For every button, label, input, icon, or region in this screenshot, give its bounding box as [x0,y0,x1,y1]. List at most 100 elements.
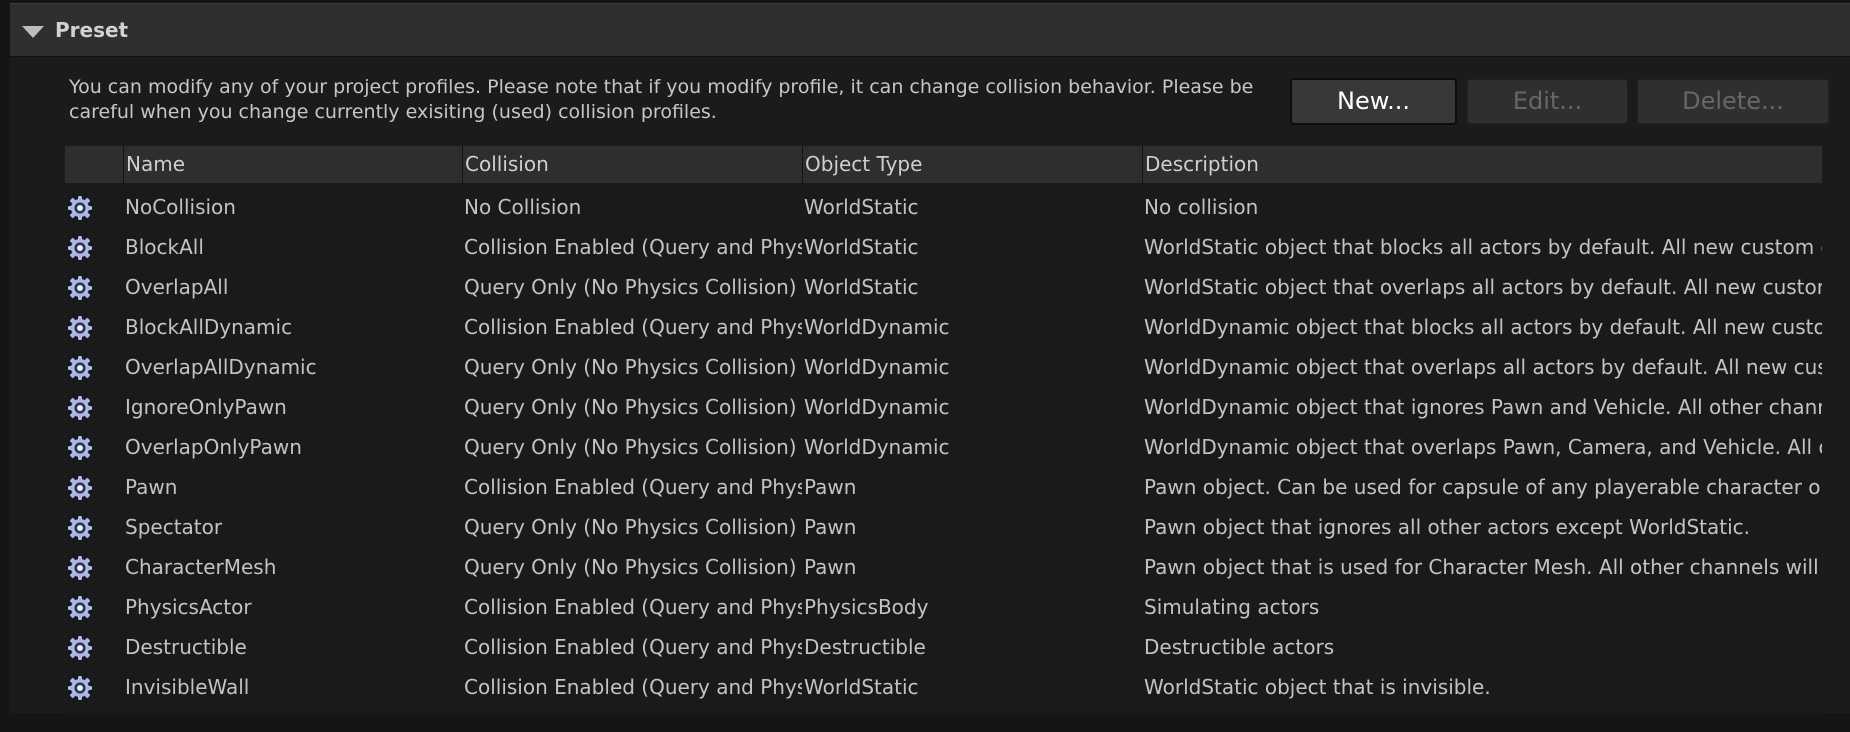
cell-object-type: Pawn [804,515,857,539]
table-row[interactable]: BlockAllDynamic Collision Enabled (Query … [65,307,1822,347]
notice-text: You can modify any of your project profi… [69,76,1254,123]
header-name[interactable]: Name [123,146,464,183]
cell-collision: Query Only (No Physics Collision) [464,275,797,299]
cell-collision: Collision Enabled (Query and Physic [464,675,802,699]
cell-description: Simulating actors [1144,595,1320,619]
table-header: Name Collision Object Type Description [65,146,1822,183]
row-icon-cell [65,427,125,467]
cell-name: CharacterMesh [125,555,277,579]
cell-description: Pawn object that is used for Character M… [1144,555,1822,579]
header-description[interactable]: Description [1142,146,1822,183]
cell-object-type: WorldDynamic [804,435,950,459]
gear-icon [67,514,93,540]
gear-icon [67,594,93,620]
cell-description: WorldDynamic object that blocks all acto… [1144,315,1822,339]
gear-icon [67,194,93,220]
gear-icon [67,234,93,260]
cell-collision: Query Only (No Physics Collision) [464,515,797,539]
table-row[interactable]: IgnoreOnlyPawn Query Only (No Physics Col… [65,387,1822,427]
cell-collision: Collision Enabled (Query and Physic [464,635,802,659]
header-collision[interactable]: Collision [462,146,803,183]
cell-name: OverlapAllDynamic [125,355,317,379]
table-row[interactable]: Spectator Query Only (No Physics Collisio… [65,507,1822,547]
cell-collision: No Collision [464,195,582,219]
cell-collision: Query Only (No Physics Collision) [464,555,797,579]
gear-icon [67,634,93,660]
table-row[interactable]: InvisibleWall Collision Enabled (Query an… [65,667,1822,707]
triangle-down-icon[interactable] [22,26,44,38]
cell-object-type: WorldDynamic [804,315,950,339]
cell-collision: Collision Enabled (Query and Physic [464,475,802,499]
gear-icon [67,274,93,300]
cell-object-type: WorldStatic [804,675,919,699]
collision-profiles-table: Name Collision Object Type Description N… [65,146,1822,713]
preset-section-header[interactable]: Preset [10,3,1850,57]
section-title: Preset [55,18,129,42]
cell-object-type: WorldStatic [804,195,919,219]
cell-name: IgnoreOnlyPawn [125,395,287,419]
row-icon-cell [65,387,125,427]
table-row[interactable]: OverlapAll Query Only (No Physics Collisi… [65,267,1822,307]
row-icon-cell [65,627,125,667]
table-row[interactable]: OverlapOnlyPawn Query Only (No Physics Co… [65,427,1822,467]
cell-name: OverlapAll [125,275,229,299]
delete-button[interactable]: Delete... [1636,78,1830,125]
cell-description: WorldDynamic object that ignores Pawn an… [1144,395,1822,419]
cell-name: Destructible [125,635,247,659]
table-row[interactable]: Pawn Collision Enabled (Query and Physic P… [65,467,1822,507]
cell-collision: Query Only (No Physics Collision) [464,355,797,379]
gear-icon [67,554,93,580]
cell-description: WorldStatic object that overlaps all act… [1144,275,1822,299]
cell-description: Pawn object. Can be used for capsule of … [1144,475,1822,499]
header-object-type[interactable]: Object Type [802,146,1143,183]
cell-object-type: Pawn [804,475,857,499]
cell-collision: Query Only (No Physics Collision) [464,435,797,459]
cell-description: No collision [1144,195,1259,219]
gear-icon [67,394,93,420]
table-row[interactable]: PhysicsActor Collision Enabled (Query and… [65,587,1822,627]
table-row[interactable]: NoCollision No Collision WorldStatic No col… [65,187,1822,227]
cell-description: WorldStatic object that is invisible. [1144,675,1491,699]
gear-icon [67,674,93,700]
cell-collision: Collision Enabled (Query and Physic [464,315,802,339]
cell-description: WorldDynamic object that overlaps Pawn, … [1144,435,1822,459]
cell-collision: Collision Enabled (Query and Physic [464,235,802,259]
cell-description: Pawn object that ignores all other actor… [1144,515,1750,539]
gear-icon [67,314,93,340]
cell-description: WorldDynamic object that overlaps all ac… [1144,355,1822,379]
row-icon-cell [65,467,125,507]
edit-button[interactable]: Edit... [1466,78,1629,125]
cell-object-type: WorldStatic [804,275,919,299]
gear-icon [67,474,93,500]
gear-icon [67,434,93,460]
cell-name: BlockAll [125,235,204,259]
cell-name: BlockAllDynamic [125,315,293,339]
cell-name: InvisibleWall [125,675,250,699]
row-icon-cell [65,507,125,547]
table-row[interactable]: CharacterMesh Query Only (No Physics Coll… [65,547,1822,587]
cell-description: WorldStatic object that blocks all actor… [1144,235,1822,259]
new-button[interactable]: New... [1290,78,1457,125]
cell-name: OverlapOnlyPawn [125,435,302,459]
cell-object-type: Pawn [804,555,857,579]
cell-name: NoCollision [125,195,236,219]
row-icon-cell [65,667,125,707]
cell-object-type: WorldStatic [804,235,919,259]
row-icon-cell [65,587,125,627]
cell-description: Destructible actors [1144,635,1335,659]
row-icon-cell [65,307,125,347]
row-icon-cell [65,227,125,267]
cell-object-type: WorldDynamic [804,355,950,379]
row-icon-cell [65,547,125,587]
table-row[interactable]: BlockAll Collision Enabled (Query and Phy… [65,227,1822,267]
cell-name: Pawn [125,475,178,499]
table-row[interactable]: OverlapAllDynamic Query Only (No Physics … [65,347,1822,387]
cell-collision: Query Only (No Physics Collision) [464,395,797,419]
cell-object-type: WorldDynamic [804,395,950,419]
gear-icon [67,354,93,380]
table-row[interactable]: Destructible Collision Enabled (Query and… [65,627,1822,667]
row-icon-cell [65,267,125,307]
header-icon-column [65,146,125,183]
row-icon-cell [65,187,125,227]
cell-object-type: Destructible [804,635,926,659]
